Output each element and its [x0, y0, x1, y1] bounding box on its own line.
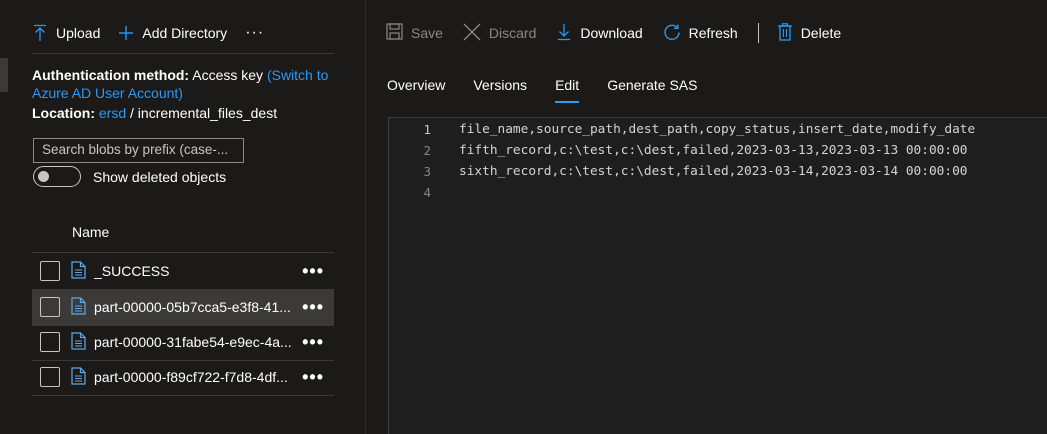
- tab-generate-sas[interactable]: Generate SAS: [607, 77, 697, 103]
- blob-list-row[interactable]: _SUCCESS •••: [32, 253, 334, 289]
- nav-scroll-indicator: [0, 58, 8, 92]
- blob-detail-toolbar: Save Discard Download Refresh Delete: [386, 18, 861, 48]
- row-more-button[interactable]: •••: [302, 332, 324, 353]
- line-text: file_name,source_path,dest_path,copy_sta…: [459, 122, 976, 137]
- upload-button[interactable]: Upload: [32, 24, 100, 42]
- row-more-button[interactable]: •••: [302, 367, 324, 388]
- blob-list-toolbar: Upload Add Directory ···: [32, 18, 264, 48]
- refresh-label: Refresh: [688, 25, 738, 41]
- editor-line: 3 sixth_record,c:\test,c:\dest,failed,20…: [389, 161, 968, 182]
- download-icon: [556, 23, 572, 44]
- search-placeholder: Search blobs by prefix (case-...: [42, 142, 229, 157]
- auth-method-label: Authentication method:: [32, 67, 190, 83]
- location-label: Location:: [32, 105, 95, 121]
- discard-button[interactable]: Discard: [463, 23, 536, 44]
- file-icon: [71, 296, 86, 318]
- name-column-header[interactable]: Name: [72, 224, 109, 240]
- tab-edit[interactable]: Edit: [555, 77, 580, 103]
- editor-line: 2 fifth_record,c:\test,c:\dest,failed,20…: [389, 140, 968, 161]
- row-divider: [32, 395, 334, 396]
- toolbar-divider: [32, 53, 334, 54]
- discard-icon: [463, 23, 481, 44]
- line-number: 3: [423, 164, 431, 179]
- file-icon: [71, 260, 86, 282]
- line-text: sixth_record,c:\test,c:\dest,failed,2023…: [459, 164, 968, 179]
- left-nav-strip: [0, 0, 12, 434]
- more-options-label: ···: [245, 24, 265, 41]
- show-deleted-row: Show deleted objects: [33, 166, 226, 187]
- location-folder: incremental_files_dest: [137, 105, 278, 121]
- row-checkbox[interactable]: [40, 332, 60, 352]
- save-icon: [386, 23, 403, 43]
- blob-name[interactable]: part-00000-31fabe54-e9ec-4a...: [94, 334, 294, 350]
- delete-label: Delete: [800, 25, 842, 41]
- toolbar-separator: [757, 23, 759, 43]
- add-directory-label: Add Directory: [142, 25, 228, 41]
- file-icon: [71, 331, 86, 353]
- upload-label: Upload: [56, 25, 101, 41]
- save-button[interactable]: Save: [386, 23, 443, 43]
- editor-line: 4: [389, 182, 459, 203]
- code-editor[interactable]: 1 file_name,source_path,dest_path,copy_s…: [388, 117, 1047, 434]
- detail-tabs: Overview Versions Edit Generate SAS: [387, 77, 697, 103]
- add-directory-button[interactable]: Add Directory: [118, 25, 227, 41]
- line-number: 2: [423, 143, 431, 158]
- line-number: 4: [423, 185, 431, 200]
- download-label: Download: [580, 25, 643, 41]
- row-more-button[interactable]: •••: [302, 261, 324, 282]
- blob-list-panel: Upload Add Directory ··· Authentication …: [12, 0, 365, 434]
- location-container-link[interactable]: ersd: [99, 105, 126, 121]
- line-text: fifth_record,c:\test,c:\dest,failed,2023…: [459, 143, 968, 158]
- tab-versions[interactable]: Versions: [473, 77, 527, 103]
- more-options-button[interactable]: ···: [245, 24, 264, 42]
- row-checkbox[interactable]: [40, 367, 60, 387]
- tab-overview[interactable]: Overview: [387, 77, 445, 103]
- row-more-button[interactable]: •••: [302, 297, 324, 318]
- delete-button[interactable]: Delete: [777, 22, 842, 44]
- blob-name[interactable]: _SUCCESS: [94, 263, 294, 279]
- blob-list-row[interactable]: part-00000-f89cf722-f7d8-4df... •••: [32, 359, 334, 395]
- refresh-icon: [663, 23, 681, 44]
- blob-detail-panel: Save Discard Download Refresh Delete Ove…: [366, 0, 1047, 434]
- plus-icon: [118, 25, 134, 41]
- search-blobs-input[interactable]: Search blobs by prefix (case-...: [33, 138, 244, 163]
- row-checkbox[interactable]: [40, 297, 60, 317]
- blob-list-row[interactable]: part-00000-05b7cca5-e3f8-41... •••: [32, 289, 334, 325]
- auth-info: Authentication method: Access key (Switc…: [32, 66, 342, 122]
- show-deleted-toggle[interactable]: [33, 166, 81, 187]
- refresh-button[interactable]: Refresh: [663, 23, 738, 44]
- row-checkbox[interactable]: [40, 261, 60, 281]
- toggle-knob: [38, 171, 49, 182]
- file-icon: [71, 366, 86, 388]
- auth-method-value: Access key: [192, 67, 264, 83]
- show-deleted-label: Show deleted objects: [93, 168, 227, 185]
- editor-line: 1 file_name,source_path,dest_path,copy_s…: [389, 119, 975, 140]
- line-number: 1: [423, 122, 431, 137]
- download-button[interactable]: Download: [556, 23, 643, 44]
- blob-name[interactable]: part-00000-f89cf722-f7d8-4df...: [94, 369, 294, 385]
- location-separator: /: [130, 105, 134, 121]
- trash-icon: [777, 22, 793, 44]
- blob-name[interactable]: part-00000-05b7cca5-e3f8-41...: [94, 299, 294, 315]
- blob-list-row[interactable]: part-00000-31fabe54-e9ec-4a... •••: [32, 324, 334, 360]
- save-label: Save: [411, 25, 443, 41]
- discard-label: Discard: [488, 25, 537, 41]
- upload-icon: [32, 24, 48, 42]
